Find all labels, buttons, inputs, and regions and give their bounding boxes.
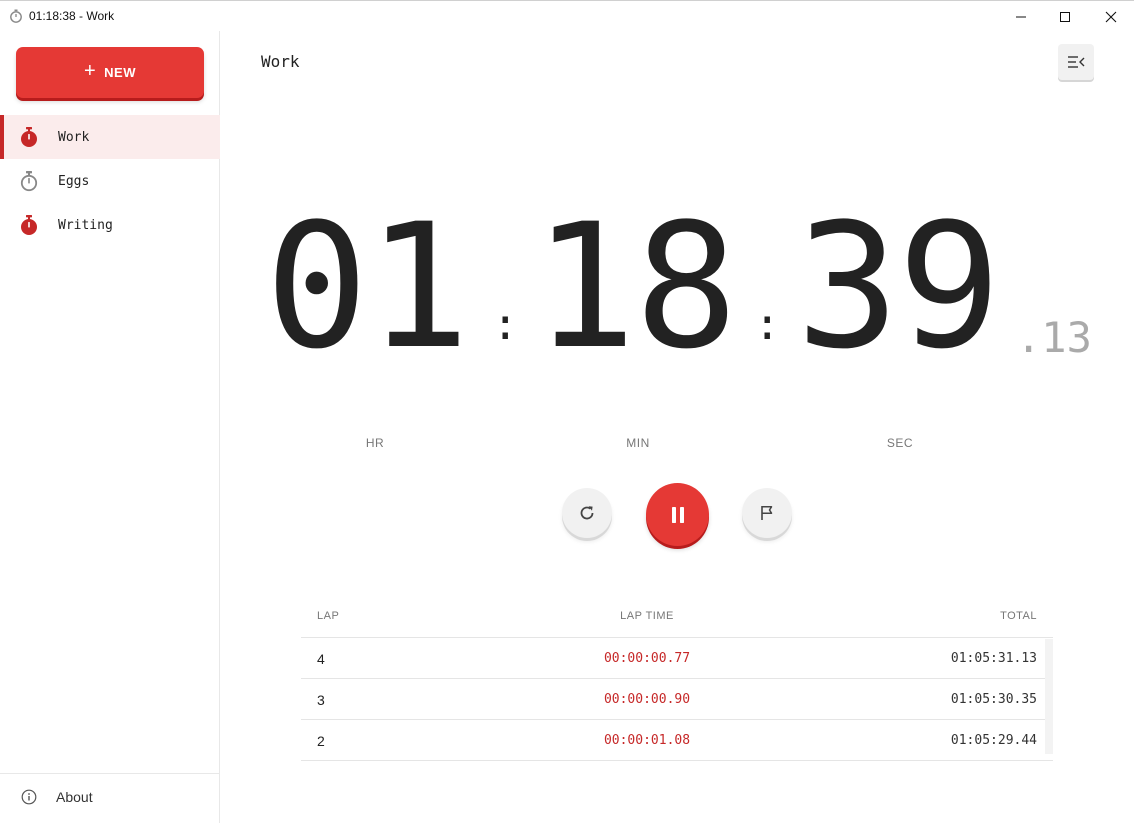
close-button[interactable] [1088,1,1134,32]
unit-label-sec: SEC [886,436,914,450]
lap-time: 00:00:00.90 [603,692,691,707]
minimize-icon [1016,16,1026,17]
table-row: 3 00:00:00.90 01:05:30.35 [301,679,1053,720]
maximize-icon [1060,11,1070,22]
title-bar: 01:18:38 - Work [0,0,1134,31]
laps-table-header: LAP LAP TIME TOTAL [301,601,1053,638]
timer-separator: : [754,299,781,350]
table-row: 4 00:00:00.77 01:05:31.13 [301,638,1053,679]
lap-time: 00:00:01.08 [603,733,691,748]
toggle-sidebar-button[interactable] [1058,44,1094,80]
sidebar-item-eggs[interactable]: Eggs [0,159,220,203]
timer-list: Work Eggs Writing [0,115,220,247]
stopwatch-icon [21,127,37,147]
stopwatch-icon [20,171,38,192]
sidebar-item-label: Eggs [58,173,90,189]
pause-button[interactable] [646,483,709,546]
sidebar-item-writing[interactable]: Writing [0,203,220,247]
timer-hundredths: .13 [1016,313,1092,362]
lap-total: 01:05:30.35 [950,692,1037,707]
sidebar-item-label: Work [58,129,90,145]
plus-icon: + [83,60,97,82]
minimize-button[interactable] [998,1,1044,32]
lap-total: 01:05:29.44 [950,733,1037,748]
unit-label-hr: HR [365,436,385,450]
stopwatch-app-icon [10,9,22,23]
lap-time: 00:00:00.77 [603,651,691,666]
about-link[interactable]: About [0,773,220,819]
new-timer-button[interactable]: + NEW [16,47,204,98]
stopwatch-icon [21,215,37,235]
lap-total: 01:05:31.13 [950,651,1037,666]
collapse-menu-icon [1068,56,1085,68]
table-row: 2 00:00:01.08 01:05:29.44 [301,720,1053,761]
column-header-lap-time: LAP TIME [620,610,674,622]
new-button-label: NEW [104,65,137,80]
flag-icon [761,506,773,520]
timer-separator: : [492,299,519,350]
timer-seconds: 39 [796,186,1001,387]
page-title: Work [261,52,300,71]
laps-table: LAP LAP TIME TOTAL 4 00:00:00.77 01:05:3… [301,601,1053,761]
reset-icon [580,506,594,520]
laps-scrollbar[interactable] [1045,639,1053,754]
sidebar-item-work[interactable]: Work [0,115,220,159]
maximize-button[interactable] [1042,1,1088,32]
pause-icon [671,506,684,523]
reset-button[interactable] [562,488,612,538]
close-icon [1105,11,1117,22]
sidebar: + NEW Work Eggs Writing About [0,31,220,823]
main-panel: Work 01 : 18 : 39 .13 HR MIN SEC LAP LAP… [221,31,1134,823]
lap-button[interactable] [742,488,792,538]
window-title: 01:18:38 - Work [29,9,115,23]
sidebar-item-label: Writing [58,217,113,233]
unit-label-min: MIN [626,436,650,450]
info-icon [21,789,37,804]
column-header-total: TOTAL [1000,610,1037,622]
about-label: About [56,788,93,805]
timer-hours: 01 [265,186,470,387]
timer-minutes: 18 [533,186,738,387]
